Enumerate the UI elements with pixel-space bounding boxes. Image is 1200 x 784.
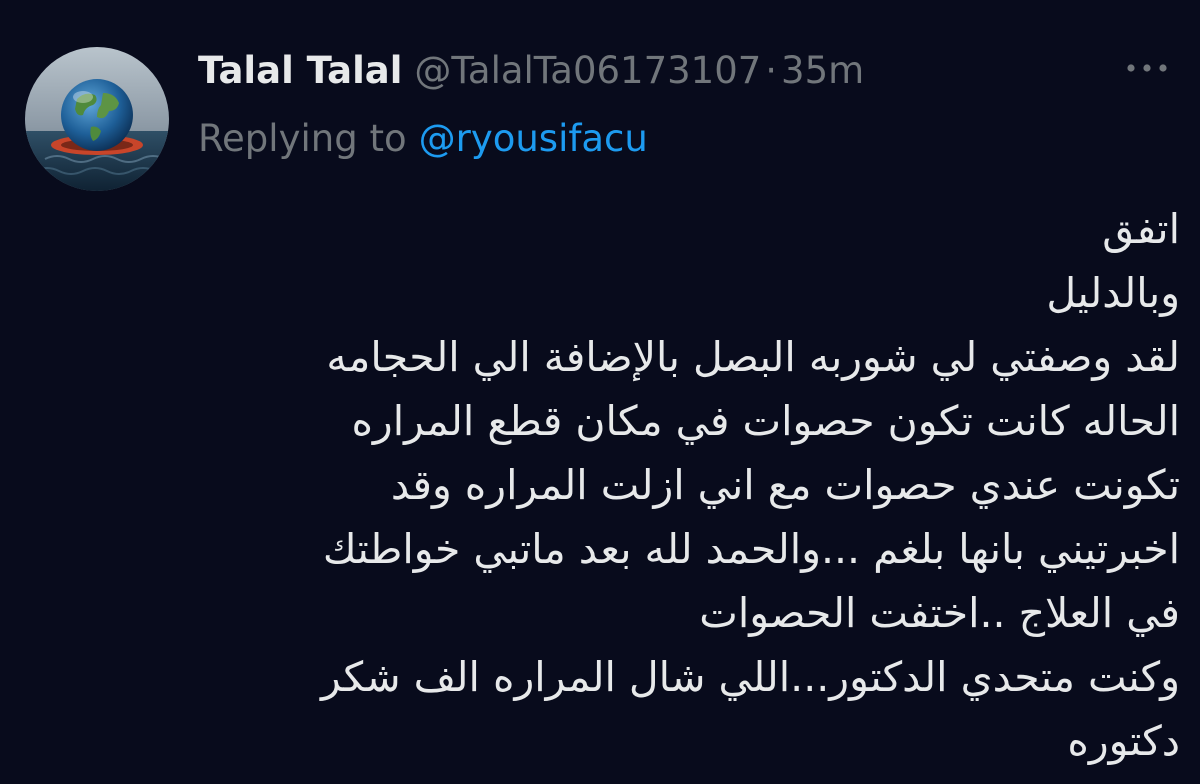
tweet: Talal Talal @TalalTa06173107 · 35m Reply…	[0, 0, 1200, 784]
tweet-text-line: لقد وصفتي لي شوربه البصل بالإضافة الي ال…	[326, 333, 1180, 381]
timestamp[interactable]: 35m	[781, 49, 864, 92]
tweet-text-line: اخبرتيني بانها بلغم ...والحمد لله بعد ما…	[322, 525, 1180, 573]
reply-to-handle[interactable]: @ryousifacu	[419, 117, 648, 160]
tweet-text-line: تكونت عندي حصوات مع اني ازلت المراره وقد	[390, 461, 1180, 509]
tweet-text-line: وكنت متحدي الدكتور...اللي شال المراره ال…	[320, 653, 1180, 701]
avatar[interactable]	[25, 47, 169, 191]
separator-dot: ·	[765, 48, 778, 92]
tweet-text: اتفق وبالدليل لقد وصفتي لي شوربه البصل ب…	[198, 197, 1180, 773]
more-button[interactable]	[1112, 48, 1182, 88]
avatar-image	[25, 47, 169, 191]
replying-to-label: Replying to	[198, 116, 407, 160]
tweet-text-line: اتفق	[1102, 205, 1180, 253]
user-handle[interactable]: @TalalTa06173107	[414, 49, 761, 92]
tweet-text-line: الحاله كانت تكون حصوات في مكان قطع المرا…	[351, 397, 1180, 445]
tweet-text-line: وبالدليل	[1046, 269, 1180, 317]
replying-to: Replying to @ryousifacu	[198, 112, 648, 164]
more-horizontal-icon	[1127, 64, 1167, 72]
tweet-text-line: دكتوره	[1067, 717, 1180, 765]
tweet-header: Talal Talal @TalalTa06173107 · 35m	[198, 42, 864, 98]
display-name[interactable]: Talal Talal	[198, 49, 402, 92]
tweet-text-line: في العلاج ..اختفت الحصوات	[699, 589, 1180, 637]
